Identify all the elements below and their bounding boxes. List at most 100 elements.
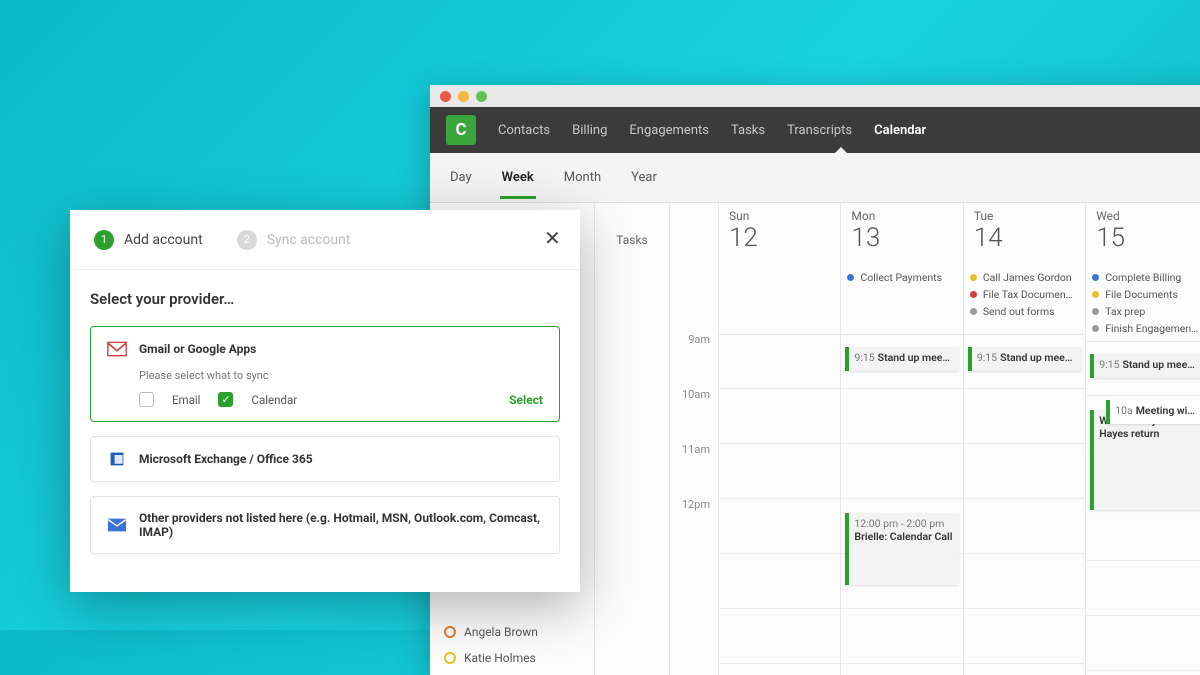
event-time: 12:00 pm - 2:00 pm (854, 517, 950, 530)
day-of-week: Tue (974, 209, 1075, 223)
calendar-event[interactable]: 10aMeeting wi… (1106, 400, 1200, 424)
time-label: 10am (670, 388, 718, 443)
event-time: 9:15 (854, 351, 874, 364)
day-of-week: Mon (851, 209, 952, 223)
modal-header: 1 Add account 2 Sync account ✕ (70, 210, 580, 270)
allday-section: Call James Gordon File Tax Documen… Send o… (964, 265, 1085, 335)
provider-gmail[interactable]: Gmail or Google Apps Please select what … (90, 326, 560, 422)
email-checkbox[interactable] (139, 392, 154, 407)
provider-other[interactable]: Other providers not listed here (e.g. Ho… (90, 496, 560, 554)
calendar-checkbox[interactable]: ✓ (218, 392, 233, 407)
view-year[interactable]: Year (629, 156, 659, 199)
day-header[interactable]: Tue14 (964, 203, 1085, 265)
minimize-window-icon[interactable] (458, 91, 469, 102)
nav-contacts[interactable]: Contacts (498, 123, 550, 138)
step-number-icon: 2 (237, 230, 257, 250)
day-header[interactable]: Sun12 (719, 203, 840, 265)
event-time: 9:15 (1099, 358, 1119, 371)
provider-name: Microsoft Exchange / Office 365 (139, 452, 313, 466)
allday-event[interactable]: Collect Payments (847, 269, 956, 286)
nav-tasks[interactable]: Tasks (731, 123, 765, 138)
person-row[interactable]: Angela Brown (444, 619, 590, 645)
nav-transcripts[interactable]: Transcripts (787, 123, 852, 138)
calendar-event[interactable]: Work on Taylor Hayes return (1090, 410, 1200, 510)
gmail-icon (107, 341, 127, 357)
step-number-icon: 1 (94, 230, 114, 250)
calendar-event[interactable]: 9:15Stand up mee… (1090, 354, 1200, 378)
allday-event[interactable]: Finish Engagemen… (1092, 320, 1200, 337)
tasks-column: Tasks (595, 203, 670, 675)
event-label: Call James Gordon (983, 271, 1072, 284)
event-color-icon (1092, 274, 1099, 281)
event-title: Stand up mee… (1000, 351, 1072, 364)
nav-engagements[interactable]: Engagements (629, 123, 709, 138)
event-color-icon (1092, 325, 1099, 332)
zoom-window-icon[interactable] (476, 91, 487, 102)
calendar-event[interactable]: 12:00 pm - 2:00 pmBrielle: Calendar Call (845, 513, 958, 585)
close-icon[interactable]: ✕ (544, 230, 562, 248)
wizard-step-2[interactable]: 2 Sync account (237, 230, 351, 250)
view-month[interactable]: Month (562, 156, 603, 199)
day-header[interactable]: Wed15 (1086, 203, 1200, 265)
event-color-icon (847, 274, 854, 281)
event-color-icon (970, 274, 977, 281)
nav-calendar[interactable]: Calendar (874, 123, 926, 138)
event-color-icon (970, 291, 977, 298)
event-label: File Documents (1105, 288, 1178, 301)
event-title: Meeting wi… (1136, 404, 1195, 417)
day-number: 14 (974, 223, 1075, 253)
time-grid[interactable]: 9:15Stand up mee… 10aMeeting wi…Work on T… (1086, 342, 1200, 675)
person-color-icon (444, 652, 456, 664)
wizard-step-1[interactable]: 1 Add account (94, 230, 203, 250)
nav-billing[interactable]: Billing (572, 123, 607, 138)
calendar-event[interactable]: 9:15 Stand up mee… (845, 347, 958, 371)
close-window-icon[interactable] (440, 91, 451, 102)
allday-event[interactable]: Complete Billing (1092, 269, 1200, 286)
day-column-mon: Mon13 Collect Payments 9:15 Stand up mee… 12… (840, 203, 962, 675)
add-account-modal: 1 Add account 2 Sync account ✕ Select yo… (70, 210, 580, 592)
event-time: 9:15 (977, 351, 997, 364)
time-label: 11am (670, 443, 718, 498)
allday-event[interactable]: Tax prep (1092, 303, 1200, 320)
allday-event[interactable]: Call James Gordon (970, 269, 1079, 286)
calendar-option-label: Calendar (251, 393, 297, 407)
day-header[interactable]: Mon13 (841, 203, 962, 265)
view-week[interactable]: Week (500, 156, 536, 199)
day-column-wed: Wed15 Complete Billing File Documents Tax p… (1085, 203, 1200, 675)
select-button[interactable]: Select (509, 393, 543, 407)
active-tab-caret-icon (834, 147, 848, 154)
event-label: Collect Payments (860, 271, 942, 284)
time-label: 9am (670, 333, 718, 388)
allday-event[interactable]: File Documents (1092, 286, 1200, 303)
tasks-label: Tasks (595, 233, 669, 247)
exchange-icon (107, 451, 127, 467)
view-day[interactable]: Day (448, 156, 474, 199)
event-color-icon (1092, 308, 1099, 315)
day-number: 12 (729, 223, 830, 253)
time-gutter: 9am10am11am12pm (670, 203, 718, 675)
window-titlebar (430, 85, 1200, 107)
event-color-icon (1092, 291, 1099, 298)
days-grid: Sun12Mon13Collect Payments9:15Stand up m… (718, 203, 1200, 675)
allday-event[interactable]: File Tax Documen… (970, 286, 1079, 303)
day-number: 15 (1096, 223, 1197, 253)
event-title: Stand up mee… (878, 351, 950, 364)
provider-exchange[interactable]: Microsoft Exchange / Office 365 (90, 436, 560, 482)
time-grid[interactable] (719, 335, 840, 675)
email-option-label: Email (172, 393, 200, 407)
calendar-event[interactable]: 9:15Stand up mee… (968, 347, 1081, 371)
allday-section: Collect Payments (841, 265, 962, 335)
time-grid[interactable]: 9:15Stand up mee… (964, 335, 1085, 675)
allday-event[interactable]: Send out forms (970, 303, 1079, 320)
step-label: Sync account (267, 232, 351, 248)
sync-hint: Please select what to sync (139, 369, 543, 382)
event-label: Complete Billing (1105, 271, 1181, 284)
app-logo-icon[interactable]: C (446, 115, 476, 145)
event-title: Brielle: Calendar Call (854, 530, 953, 543)
time-grid[interactable]: 9:15 Stand up mee… 12:00 pm - 2:00 pmBriel… (841, 335, 962, 675)
person-row[interactable]: Katie Holmes (444, 645, 590, 671)
provider-name: Gmail or Google Apps (139, 342, 256, 356)
people-list: Angela BrownKatie Holmes (440, 619, 590, 671)
event-label: File Tax Documen… (983, 288, 1073, 301)
event-label: Finish Engagemen… (1105, 322, 1198, 335)
